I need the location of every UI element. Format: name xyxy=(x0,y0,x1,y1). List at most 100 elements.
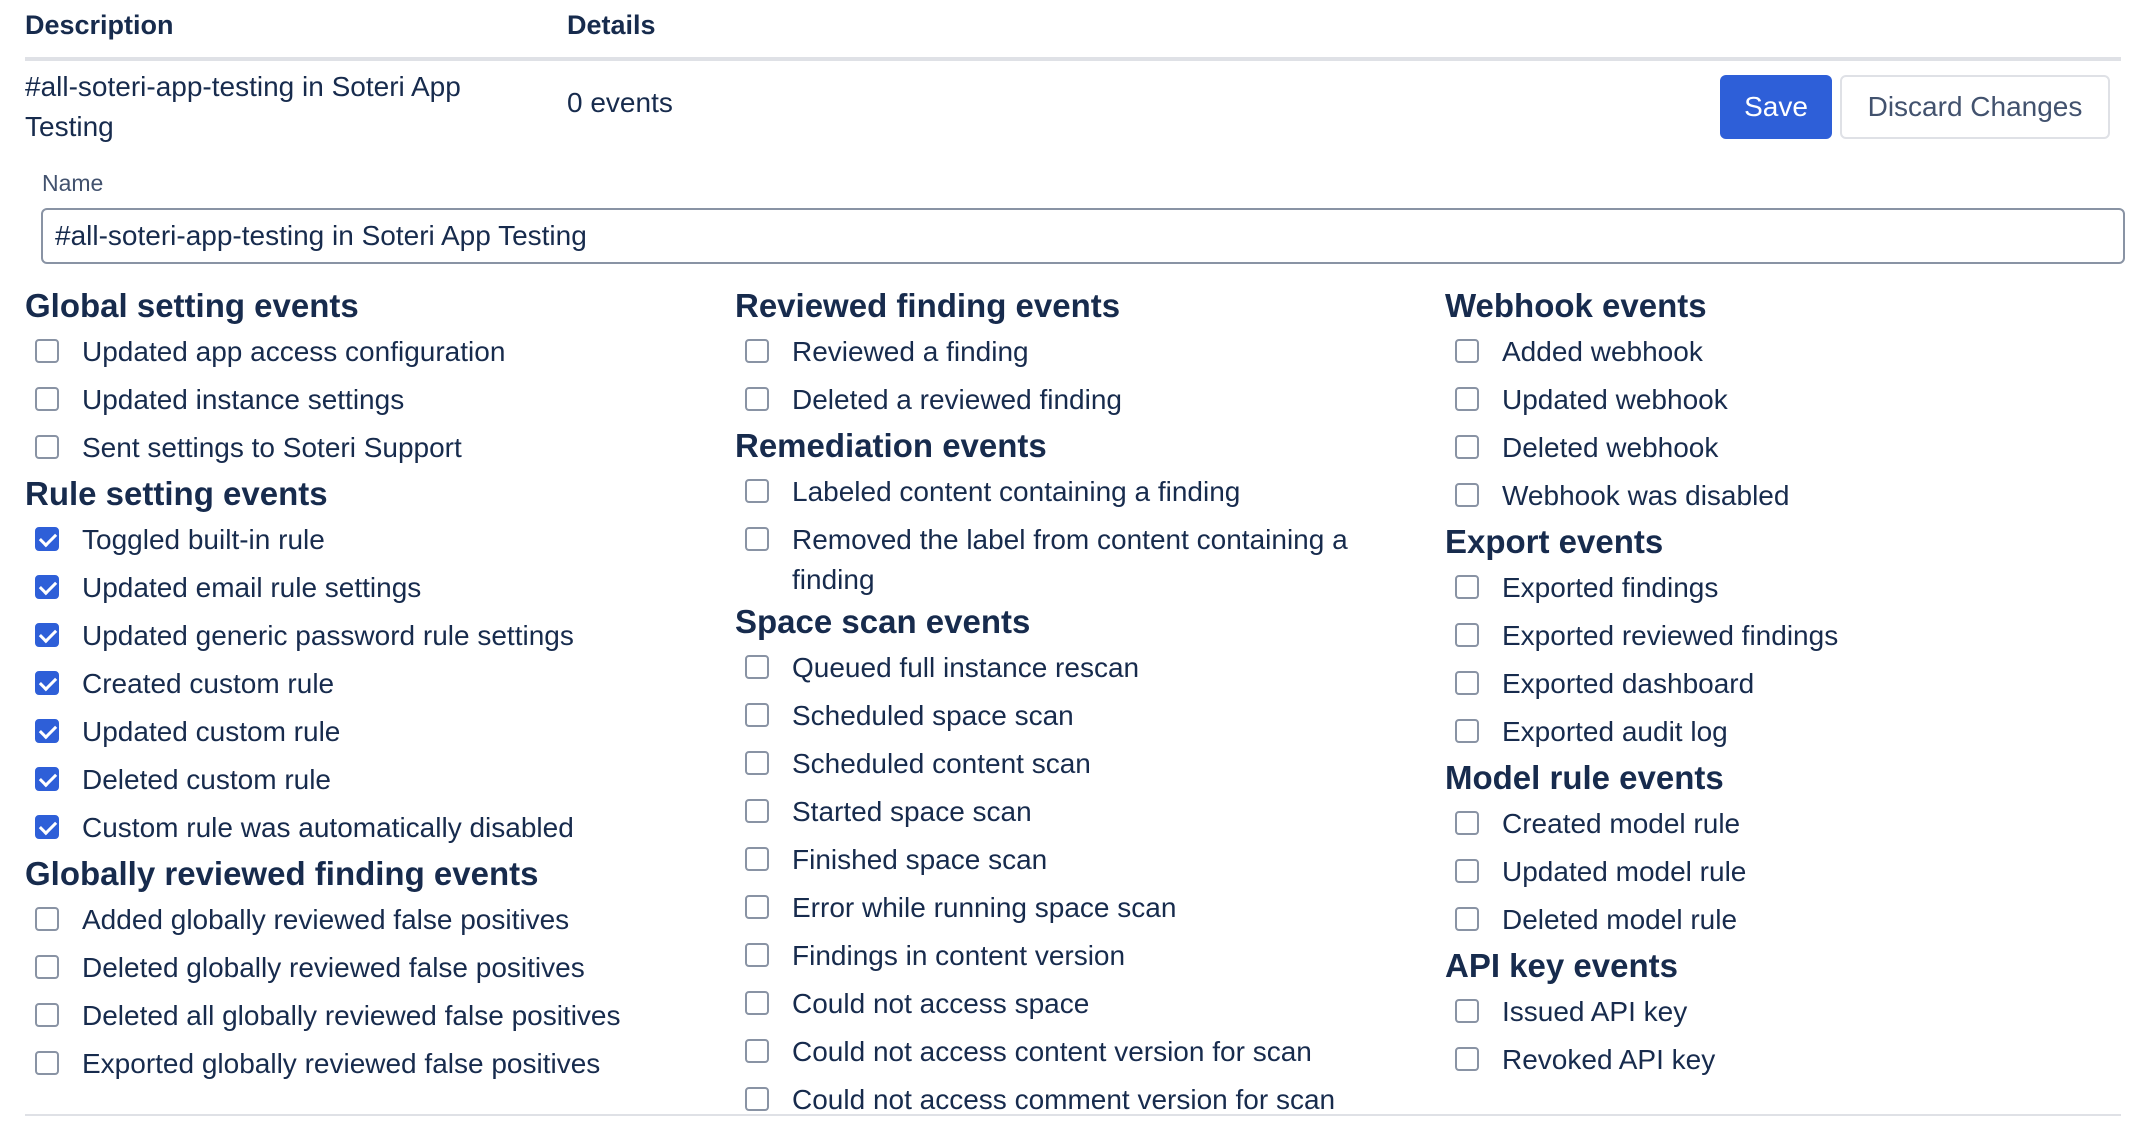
checkbox-checked[interactable] xyxy=(35,767,59,791)
checkbox-unchecked[interactable] xyxy=(745,1039,769,1063)
checkbox-unchecked[interactable] xyxy=(1455,435,1479,459)
event-checkbox-item[interactable]: Exported globally reviewed false positiv… xyxy=(25,1040,715,1088)
checkbox-unchecked[interactable] xyxy=(35,1051,59,1075)
checkbox-unchecked[interactable] xyxy=(1455,859,1479,883)
checkbox-unchecked[interactable] xyxy=(1455,623,1479,647)
checkbox-unchecked[interactable] xyxy=(1455,811,1479,835)
event-checkbox-item[interactable]: Removed the label from content containin… xyxy=(735,516,1425,600)
checkbox-unchecked[interactable] xyxy=(1455,575,1479,599)
event-checkbox-item[interactable]: Labeled content containing a finding xyxy=(735,468,1425,516)
checkbox-label: Deleted webhook xyxy=(1502,432,1719,463)
group-title: API key events xyxy=(1445,947,1678,984)
event-checkbox-item[interactable]: Custom rule was automatically disabled xyxy=(25,804,715,852)
checkbox-checked[interactable] xyxy=(35,815,59,839)
checkbox-unchecked[interactable] xyxy=(1455,483,1479,507)
checkbox-label: Reviewed a finding xyxy=(792,336,1029,367)
checkbox-unchecked[interactable] xyxy=(745,479,769,503)
checkbox-checked[interactable] xyxy=(35,671,59,695)
event-checkbox-item[interactable]: Scheduled content scan xyxy=(735,740,1425,788)
checkbox-label: Exported audit log xyxy=(1502,716,1728,747)
event-checkbox-item[interactable]: Could not access comment version for sca… xyxy=(735,1076,1425,1124)
checkbox-unchecked[interactable] xyxy=(745,751,769,775)
checkbox-checked[interactable] xyxy=(35,623,59,647)
event-checkbox-item[interactable]: Added webhook xyxy=(1445,328,2135,376)
event-checkbox-item[interactable]: Updated custom rule xyxy=(25,708,715,756)
event-checkbox-item[interactable]: Created model rule xyxy=(1445,800,2135,848)
checkbox-unchecked[interactable] xyxy=(1455,907,1479,931)
event-checkbox-item[interactable]: Issued API key xyxy=(1445,988,2135,1036)
event-checkbox-item[interactable]: Could not access space xyxy=(735,980,1425,1028)
checkbox-unchecked[interactable] xyxy=(1455,671,1479,695)
event-checkbox-item[interactable]: Could not access content version for sca… xyxy=(735,1028,1425,1076)
checkbox-unchecked[interactable] xyxy=(745,799,769,823)
event-checkbox-item[interactable]: Finished space scan xyxy=(735,836,1425,884)
save-button[interactable]: Save xyxy=(1720,75,1832,139)
checkbox-unchecked[interactable] xyxy=(35,435,59,459)
checkbox-unchecked[interactable] xyxy=(1455,719,1479,743)
event-checkbox-item[interactable]: Sent settings to Soteri Support xyxy=(25,424,715,472)
checkbox-checked[interactable] xyxy=(35,719,59,743)
event-checkbox-item[interactable]: Findings in content version xyxy=(735,932,1425,980)
checkbox-checked[interactable] xyxy=(35,527,59,551)
event-checkbox-item[interactable]: Error while running space scan xyxy=(735,884,1425,932)
checkbox-unchecked[interactable] xyxy=(35,955,59,979)
checkbox-unchecked[interactable] xyxy=(745,943,769,967)
checkbox-unchecked[interactable] xyxy=(1455,387,1479,411)
name-input[interactable] xyxy=(41,208,2125,264)
event-checkbox-item[interactable]: Exported audit log xyxy=(1445,708,2135,756)
event-checkbox-item[interactable]: Deleted model rule xyxy=(1445,896,2135,944)
checkbox-unchecked[interactable] xyxy=(745,847,769,871)
event-checkbox-item[interactable]: Exported dashboard xyxy=(1445,660,2135,708)
checkbox-label: Deleted model rule xyxy=(1502,904,1738,935)
event-checkbox-item[interactable]: Updated model rule xyxy=(1445,848,2135,896)
event-checkbox-item[interactable]: Updated webhook xyxy=(1445,376,2135,424)
event-column-3: Webhook events Added webhook Updated webho… xyxy=(1445,284,2135,1084)
checkbox-label: Findings in content version xyxy=(792,940,1126,971)
checkbox-label: Updated webhook xyxy=(1502,384,1728,415)
checkbox-unchecked[interactable] xyxy=(35,1003,59,1027)
checkbox-label: Deleted globally reviewed false positive… xyxy=(82,952,585,983)
event-checkbox-item[interactable]: Deleted custom rule xyxy=(25,756,715,804)
event-checkbox-item[interactable]: Started space scan xyxy=(735,788,1425,836)
group-title: Model rule events xyxy=(1445,759,1724,796)
checkbox-unchecked[interactable] xyxy=(745,1087,769,1111)
event-checkbox-item[interactable]: Revoked API key xyxy=(1445,1036,2135,1084)
event-checkbox-item[interactable]: Reviewed a finding xyxy=(735,328,1425,376)
checkbox-label: Exported reviewed findings xyxy=(1502,620,1839,651)
event-checkbox-item[interactable]: Deleted globally reviewed false positive… xyxy=(25,944,715,992)
event-checkbox-item[interactable]: Updated instance settings xyxy=(25,376,715,424)
event-checkbox-item[interactable]: Updated app access configuration xyxy=(25,328,715,376)
event-checkbox-item[interactable]: Scheduled space scan xyxy=(735,692,1425,740)
discard-changes-button[interactable]: Discard Changes xyxy=(1840,75,2110,139)
checkbox-unchecked[interactable] xyxy=(35,907,59,931)
checkbox-label: Finished space scan xyxy=(792,844,1048,875)
checkbox-unchecked[interactable] xyxy=(1455,999,1479,1023)
name-field-label: Name xyxy=(42,170,104,196)
event-checkbox-item[interactable]: Created custom rule xyxy=(25,660,715,708)
checkbox-unchecked[interactable] xyxy=(745,703,769,727)
event-checkbox-item[interactable]: Webhook was disabled xyxy=(1445,472,2135,520)
checkbox-unchecked[interactable] xyxy=(1455,1047,1479,1071)
group-global-setting-events: Global setting events Updated app access … xyxy=(25,284,715,472)
column-header-description: Description xyxy=(25,10,174,40)
checkbox-unchecked[interactable] xyxy=(1455,339,1479,363)
event-checkbox-item[interactable]: Exported reviewed findings xyxy=(1445,612,2135,660)
checkbox-unchecked[interactable] xyxy=(745,527,769,551)
checkbox-unchecked[interactable] xyxy=(35,387,59,411)
event-checkbox-item[interactable]: Toggled built-in rule xyxy=(25,516,715,564)
event-checkbox-item[interactable]: Updated generic password rule settings xyxy=(25,612,715,660)
checkbox-unchecked[interactable] xyxy=(745,895,769,919)
event-checkbox-item[interactable]: Deleted webhook xyxy=(1445,424,2135,472)
event-checkbox-item[interactable]: Deleted all globally reviewed false posi… xyxy=(25,992,715,1040)
checkbox-unchecked[interactable] xyxy=(745,655,769,679)
event-checkbox-item[interactable]: Queued full instance rescan xyxy=(735,644,1425,692)
checkbox-checked[interactable] xyxy=(35,575,59,599)
event-checkbox-item[interactable]: Exported findings xyxy=(1445,564,2135,612)
checkbox-unchecked[interactable] xyxy=(35,339,59,363)
checkbox-unchecked[interactable] xyxy=(745,991,769,1015)
event-checkbox-item[interactable]: Updated email rule settings xyxy=(25,564,715,612)
event-checkbox-item[interactable]: Added globally reviewed false positives xyxy=(25,896,715,944)
checkbox-unchecked[interactable] xyxy=(745,387,769,411)
checkbox-unchecked[interactable] xyxy=(745,339,769,363)
event-checkbox-item[interactable]: Deleted a reviewed finding xyxy=(735,376,1425,424)
